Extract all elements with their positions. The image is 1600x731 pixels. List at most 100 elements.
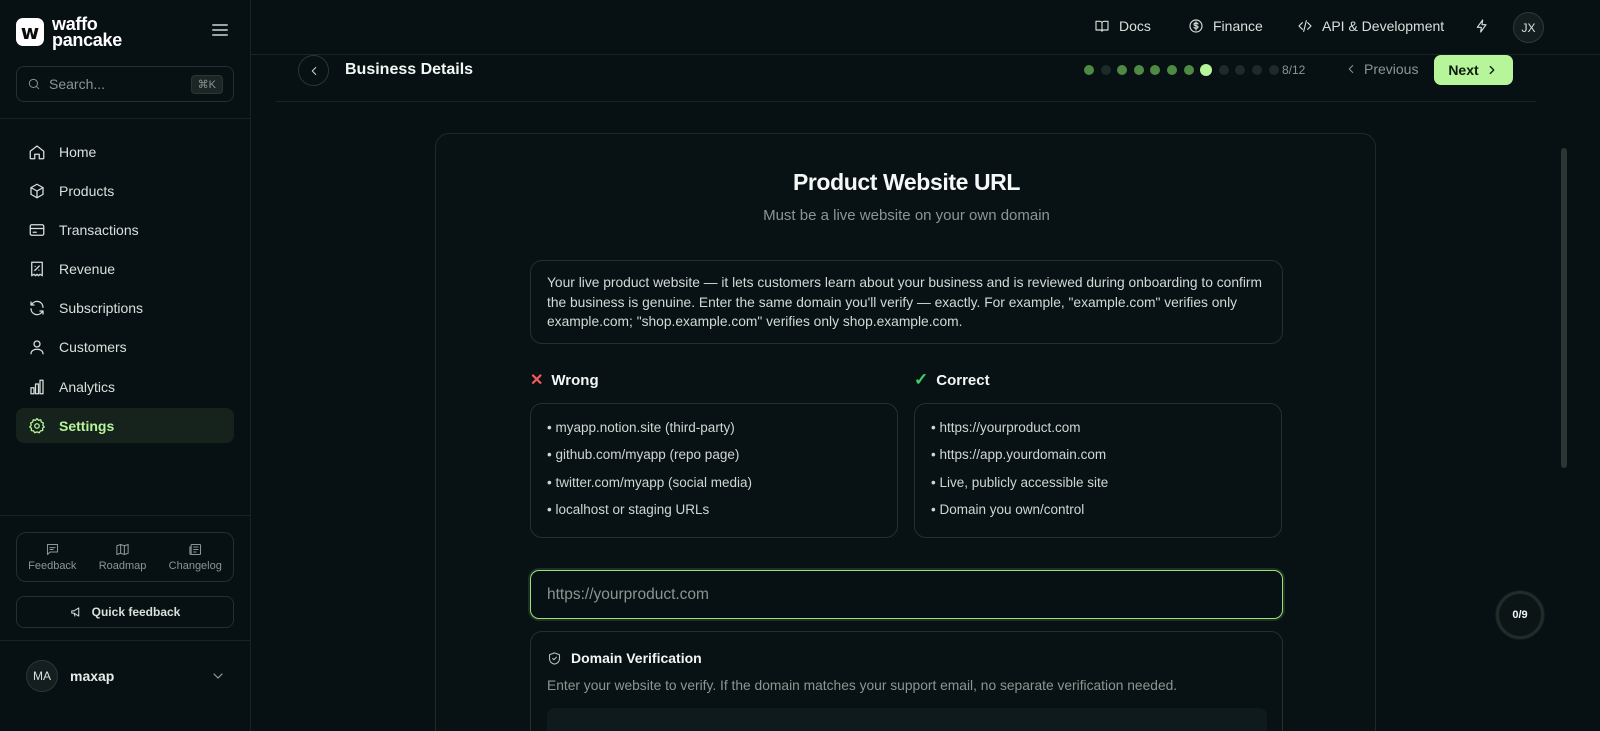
brand-logo[interactable]: w waffo pancake	[16, 15, 122, 50]
list-item-text: localhost or staging URLs	[555, 501, 710, 517]
list-item: • localhost or staging URLs	[547, 501, 710, 517]
account-avatar[interactable]: JX	[1513, 12, 1544, 43]
chevron-down-icon	[213, 673, 223, 679]
sidebar-nav: Home Products Transactions Revenue Subsc…	[16, 134, 234, 448]
sidebar-item-revenue[interactable]: Revenue	[16, 252, 234, 287]
user-menu[interactable]: MA maxap	[26, 660, 226, 692]
sidebar-item-settings[interactable]: Settings	[16, 408, 234, 444]
sidebar-item-products[interactable]: Products	[16, 173, 234, 208]
step-dot	[1183, 65, 1194, 75]
list-item-text: github.com/myapp (repo page)	[555, 447, 740, 463]
step-dot	[1150, 65, 1161, 75]
newspaper-icon	[189, 543, 201, 556]
user-name: maxap	[70, 668, 115, 684]
map-icon	[116, 543, 129, 556]
sidebar-item-transactions[interactable]: Transactions	[16, 212, 234, 247]
home-icon	[29, 144, 45, 159]
message-icon	[46, 543, 58, 556]
wrong-examples-list: • myapp.notion.site (third-party) • gith…	[530, 403, 898, 538]
chevron-left-icon	[311, 66, 316, 75]
correct-heading-label: Correct	[936, 371, 990, 389]
sidebar-item-analytics[interactable]: Analytics	[16, 369, 234, 404]
list-item: • Live, publicly accessible site	[931, 474, 1109, 490]
sidebar-divider	[0, 515, 251, 516]
wrong-heading-label: Wrong	[551, 371, 599, 389]
list-item: • github.com/myapp (repo page)	[547, 447, 740, 463]
domain-verification-field	[547, 708, 1267, 731]
step-dot	[1235, 65, 1246, 75]
next-button[interactable]: Next	[1434, 55, 1513, 85]
domain-verification-title: Domain Verification	[571, 650, 702, 666]
domain-verification-panel: Domain Verification Enter your website t…	[530, 631, 1283, 731]
roadmap-button[interactable]: Roadmap	[98, 542, 147, 572]
wrong-heading: ✕ Wrong	[530, 370, 599, 390]
sidebar-divider	[0, 118, 251, 119]
next-label: Next	[1448, 62, 1479, 78]
list-item: • https://yourproduct.com	[931, 420, 1081, 435]
chevron-left-icon	[1348, 65, 1354, 73]
page-title: Product Website URL	[792, 169, 1021, 195]
docs-link[interactable]: Docs	[1094, 18, 1151, 34]
finance-label: Finance	[1213, 18, 1263, 34]
step-title: Business Details	[345, 61, 474, 78]
feedback-button[interactable]: Feedback	[28, 542, 76, 572]
list-item: • Domain you own/control	[931, 501, 1085, 517]
list-item: • myapp.notion.site (third-party)	[547, 420, 735, 435]
correct-heading: ✓ Correct	[914, 370, 990, 390]
sidebar-item-subscriptions[interactable]: Subscriptions	[16, 291, 234, 326]
info-box: Your live product website — it lets cust…	[530, 260, 1283, 344]
check-icon: ✓	[914, 370, 929, 389]
list-item: • https://app.yourdomain.com	[931, 447, 1107, 463]
sidebar-item-home[interactable]: Home	[16, 134, 234, 169]
avatar: MA	[26, 660, 58, 692]
checklist-progress-button[interactable]: 0/9	[1496, 591, 1544, 639]
product-website-card: Product Website URL Must be a live websi…	[435, 133, 1376, 731]
list-item-text: twitter.com/myapp (social media)	[555, 474, 753, 490]
list-item-text: Live, publicly accessible site	[939, 474, 1109, 490]
step-dot	[1133, 65, 1144, 75]
step-dot	[1251, 65, 1262, 75]
search-icon	[28, 78, 40, 90]
list-item-text: myapp.notion.site (third-party)	[555, 420, 735, 435]
step-dot	[1117, 65, 1128, 75]
search-placeholder: Search...	[49, 76, 106, 92]
step-dot	[1200, 64, 1213, 76]
step-dot	[1100, 65, 1111, 75]
brand-name-line2: pancake	[52, 30, 122, 50]
list-item-text: https://app.yourdomain.com	[939, 447, 1107, 463]
page-subtitle: Must be a live website on your own domai…	[763, 207, 1050, 224]
list-item-text: Domain you own/control	[939, 501, 1085, 517]
menu-toggle-icon[interactable]	[212, 24, 228, 38]
chevron-right-icon	[1489, 65, 1495, 75]
previous-label: Previous	[1364, 61, 1419, 77]
code-icon	[1298, 20, 1312, 32]
user-icon	[30, 340, 44, 355]
refresh-icon	[30, 300, 44, 316]
top-bar: Docs Finance API & Development JX	[251, 0, 1600, 55]
scrollbar-thumb[interactable]	[1561, 148, 1567, 468]
back-button[interactable]	[298, 55, 329, 86]
changelog-label: Changelog	[168, 560, 222, 572]
website-url-placeholder: https://yourproduct.com	[547, 585, 709, 603]
sidebar-item-label: Home	[59, 143, 97, 160]
step-header: Business Details 8/12 Previous Next	[276, 55, 1536, 102]
step-progress-dots	[1084, 64, 1279, 76]
website-url-input[interactable]: https://yourproduct.com	[530, 570, 1283, 619]
roadmap-label: Roadmap	[98, 560, 147, 572]
api-development-label: API & Development	[1322, 18, 1445, 34]
dollar-circle-icon	[1189, 19, 1203, 33]
finance-link[interactable]: Finance	[1188, 18, 1263, 34]
changelog-button[interactable]: Changelog	[169, 542, 222, 572]
sidebar-item-label: Analytics	[59, 378, 116, 395]
sidebar-item-label: Transactions	[59, 221, 139, 238]
sidebar-item-customers[interactable]: Customers	[16, 330, 234, 365]
quick-feedback-label: Quick feedback	[91, 605, 181, 619]
search-input[interactable]: Search... ⌘K	[16, 66, 234, 102]
receipt-icon	[31, 261, 43, 277]
megaphone-icon	[70, 607, 79, 617]
activity-button[interactable]	[1474, 18, 1490, 34]
x-icon: ✕	[530, 372, 544, 389]
previous-button[interactable]: Previous	[1344, 61, 1418, 77]
api-development-link[interactable]: API & Development	[1297, 18, 1444, 34]
quick-feedback-button[interactable]: Quick feedback	[16, 596, 234, 628]
